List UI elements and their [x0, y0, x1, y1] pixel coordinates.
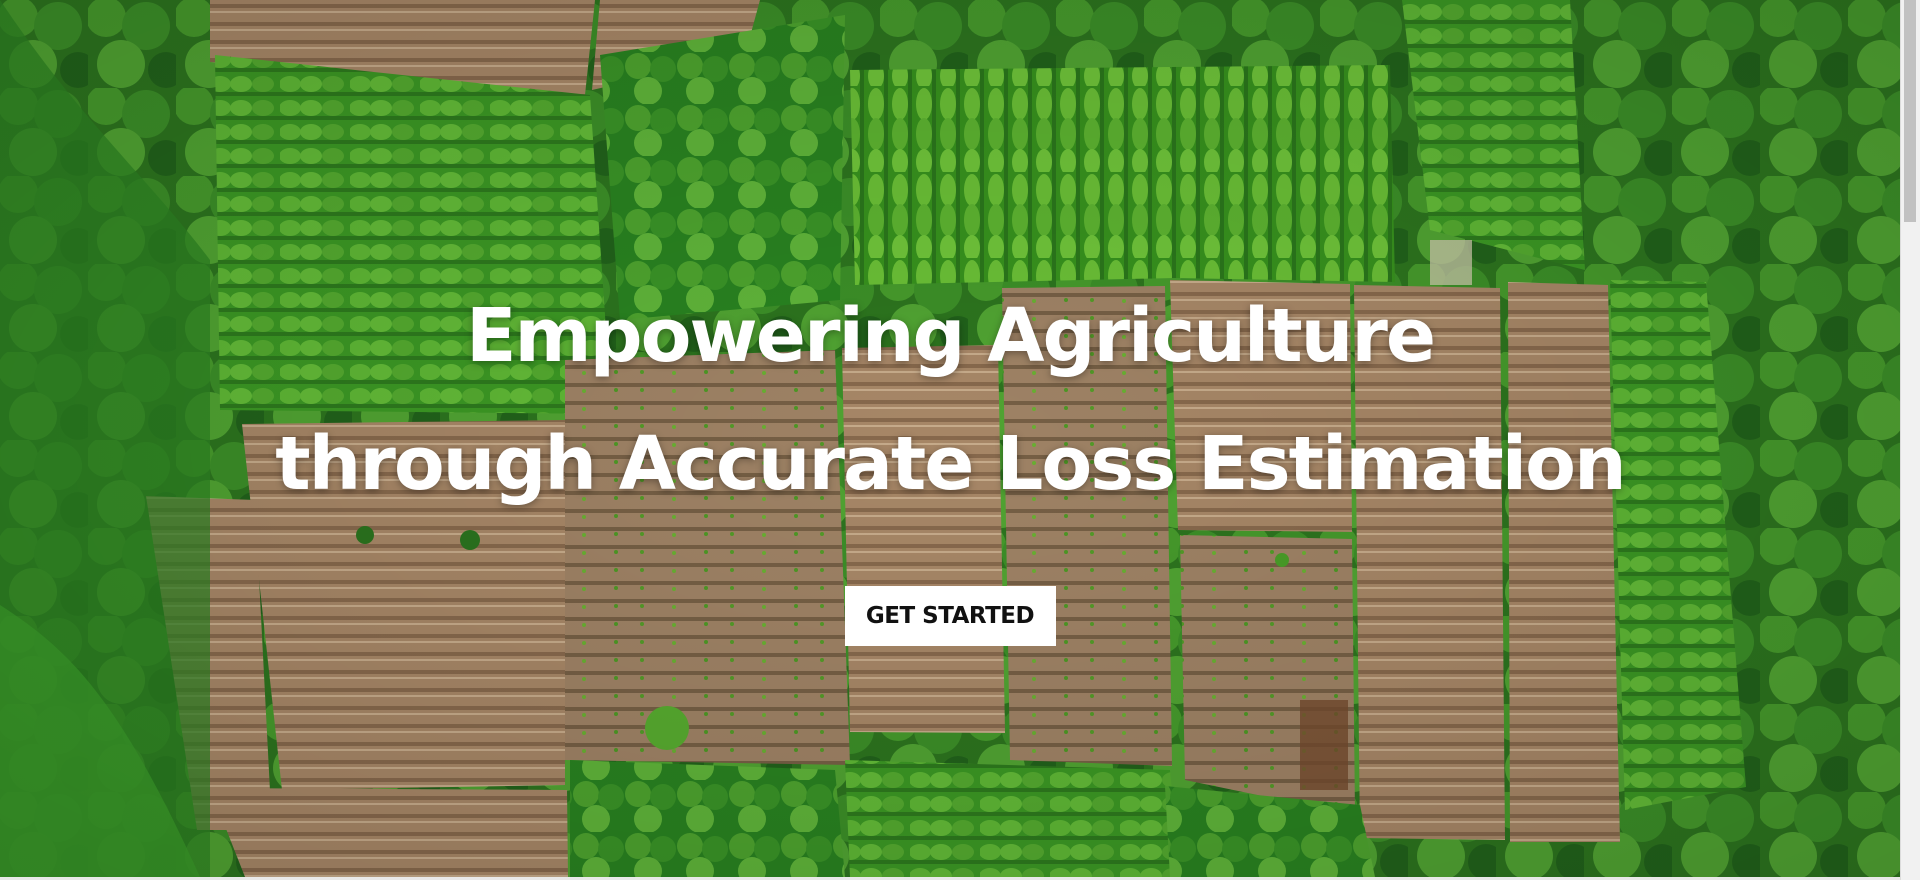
page-viewport: Empowering Agriculture through Accurate …	[0, 0, 1920, 880]
scrollbar-thumb[interactable]	[1904, 0, 1916, 222]
hero-section: Empowering Agriculture through Accurate …	[0, 0, 1900, 877]
hero-title-line-1: Empowering Agriculture	[465, 293, 1436, 379]
vertical-scrollbar[interactable]	[1900, 0, 1920, 880]
hero-content: Empowering Agriculture through Accurate …	[0, 272, 1900, 646]
hero-title: Empowering Agriculture through Accurate …	[0, 272, 1900, 528]
hero-title-line-2: through Accurate Loss Estimation	[275, 421, 1626, 507]
get-started-button[interactable]: GET STARTED	[844, 586, 1056, 646]
